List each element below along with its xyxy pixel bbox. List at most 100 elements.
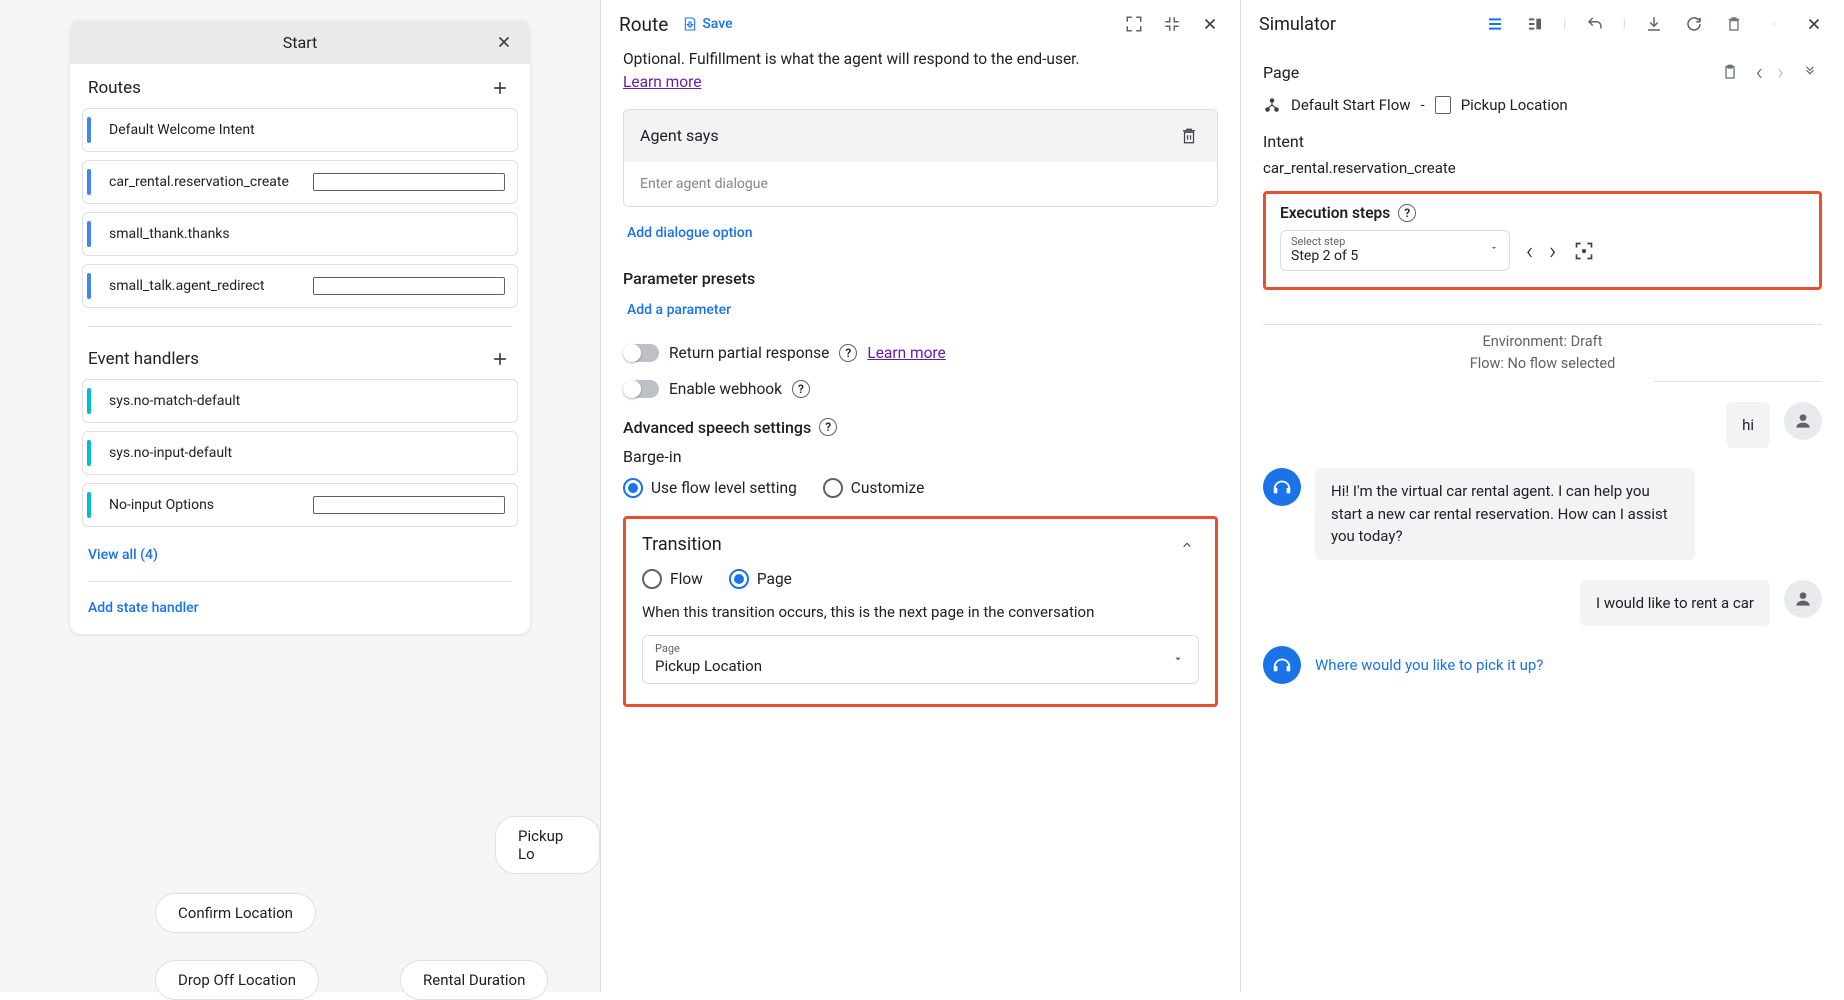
user-message: I would like to rent a car (1580, 580, 1770, 627)
add-route-icon[interactable] (488, 76, 512, 100)
chevron-up-icon[interactable] (1175, 533, 1199, 557)
clipboard-icon[interactable] (1718, 60, 1742, 84)
route-label: car_rental.reservation_create (109, 174, 299, 190)
handler-item[interactable]: sys.no-match-default (82, 379, 518, 423)
agent-says-label: Agent says (640, 126, 719, 145)
event-handlers-label: Event handlers (88, 349, 199, 369)
page-icon (313, 173, 505, 191)
page-icon (1435, 96, 1451, 114)
agent-dialogue-input[interactable]: Enter agent dialogue (624, 162, 1217, 206)
chat-area: Environment: DraftFlow: No flow selected… (1263, 318, 1822, 685)
start-title: Start (283, 33, 317, 52)
return-partial-label: Return partial response (669, 344, 829, 362)
add-handler-icon[interactable] (488, 347, 512, 371)
download-icon[interactable] (1642, 12, 1666, 36)
enable-webhook-toggle[interactable] (623, 380, 659, 398)
intent-value: car_rental.reservation_create (1263, 159, 1822, 177)
simulator-title: Simulator (1259, 14, 1336, 35)
close-icon[interactable] (492, 30, 516, 54)
route-title: Route (619, 13, 668, 36)
add-parameter-link[interactable]: Add a parameter (623, 294, 735, 326)
intent-label: Intent (1263, 132, 1822, 151)
route-item[interactable]: small_talk.agent_redirect (82, 264, 518, 308)
bot-message: Hi! I'm the virtual car rental agent. I … (1315, 468, 1695, 560)
route-item[interactable]: small_thank.thanks (82, 212, 518, 256)
next-page-icon[interactable]: › (1777, 58, 1784, 86)
radio-flow-level[interactable] (623, 478, 643, 498)
help-icon[interactable]: ? (839, 344, 857, 362)
flow-canvas: Start Routes Default Welcome Intent car_r… (0, 0, 600, 992)
focus-icon[interactable] (1572, 239, 1596, 263)
collapse-icon[interactable] (1160, 12, 1184, 36)
bot-message-link[interactable]: Where would you like to pick it up? (1315, 646, 1543, 685)
routes-label: Routes (88, 78, 141, 98)
handler-label: sys.no-input-default (109, 445, 505, 461)
next-step-icon[interactable]: › (1549, 237, 1556, 265)
route-label: small_thank.thanks (109, 226, 505, 242)
delete-icon[interactable] (1177, 124, 1201, 148)
prev-page-icon[interactable]: ‹ (1756, 58, 1763, 86)
refresh-icon[interactable] (1682, 12, 1706, 36)
return-partial-toggle[interactable] (623, 344, 659, 362)
breadcrumb: Default Start Flow - Pickup Location (1263, 96, 1822, 114)
prev-step-icon[interactable]: ‹ (1526, 237, 1533, 265)
view-list-icon[interactable] (1483, 12, 1507, 36)
advanced-speech-label: Advanced speech settings (623, 418, 811, 437)
more-icon[interactable] (1762, 12, 1786, 36)
agent-says-box: Agent says Enter agent dialogue (623, 109, 1218, 207)
add-state-handler-link[interactable]: Add state handler (88, 600, 199, 616)
route-item[interactable]: Default Welcome Intent (82, 108, 518, 152)
pill-rental-duration[interactable]: Rental Duration (400, 960, 548, 1000)
fulfillment-description: Optional. Fulfillment is what the agent … (623, 48, 1218, 95)
handler-label: sys.no-match-default (109, 393, 505, 409)
pill-confirm-location[interactable]: Confirm Location (155, 893, 316, 933)
event-handlers-header: Event handlers (70, 335, 530, 379)
transition-section: Transition Flow Page When this transitio… (623, 516, 1218, 707)
delete-sim-icon[interactable] (1722, 12, 1746, 36)
close-sim-icon[interactable] (1802, 12, 1826, 36)
barge-in-label: Barge-in (623, 447, 1218, 466)
pill-pickup-location[interactable]: Pickup Lo (495, 816, 600, 874)
select-step-dropdown[interactable]: Select step Step 2 of 5 (1280, 230, 1510, 271)
learn-more-link[interactable]: Learn more (623, 73, 701, 91)
undo-icon[interactable] (1583, 12, 1607, 36)
pill-dropoff-location[interactable]: Drop Off Location (155, 960, 319, 1000)
enable-webhook-label: Enable webhook (669, 380, 782, 398)
param-presets-label: Parameter presets (623, 269, 1218, 288)
view-split-icon[interactable] (1523, 12, 1547, 36)
start-page-card: Start Routes Default Welcome Intent car_r… (70, 20, 530, 634)
handler-item[interactable]: No-input Options (82, 483, 518, 527)
help-icon[interactable]: ? (1398, 204, 1416, 222)
close-route-icon[interactable] (1198, 12, 1222, 36)
help-icon[interactable]: ? (819, 418, 837, 436)
view-all-link[interactable]: View all (4) (88, 547, 158, 563)
route-label: small_talk.agent_redirect (109, 278, 299, 294)
user-avatar-icon (1784, 402, 1822, 440)
transition-title: Transition (642, 534, 722, 555)
help-icon[interactable]: ? (792, 380, 810, 398)
bot-avatar-icon (1263, 468, 1301, 506)
route-label: Default Welcome Intent (109, 122, 505, 138)
route-item[interactable]: car_rental.reservation_create (82, 160, 518, 204)
collapse-all-icon[interactable] (1798, 60, 1822, 84)
routes-section-header: Routes (70, 64, 530, 108)
user-message: hi (1726, 402, 1770, 449)
radio-transition-page[interactable] (729, 569, 749, 589)
chevron-down-icon (1489, 245, 1499, 251)
page-icon (313, 496, 505, 514)
start-header: Start (70, 20, 530, 64)
save-label: Save (702, 16, 732, 32)
radio-transition-flow[interactable] (642, 569, 662, 589)
flow-icon (1263, 96, 1281, 114)
chevron-down-icon (1172, 655, 1184, 663)
handler-item[interactable]: sys.no-input-default (82, 431, 518, 475)
learn-more-link-2[interactable]: Learn more (867, 344, 945, 362)
execution-steps-section: Execution steps ? Select step Step 2 of … (1263, 191, 1822, 290)
save-button[interactable]: Save (682, 16, 732, 32)
fullscreen-icon[interactable] (1122, 12, 1146, 36)
transition-page-dropdown[interactable]: Page Pickup Location (642, 635, 1199, 684)
page-icon (313, 277, 505, 295)
radio-customize[interactable] (823, 478, 843, 498)
add-dialogue-link[interactable]: Add dialogue option (623, 207, 757, 249)
user-avatar-icon (1784, 580, 1822, 618)
